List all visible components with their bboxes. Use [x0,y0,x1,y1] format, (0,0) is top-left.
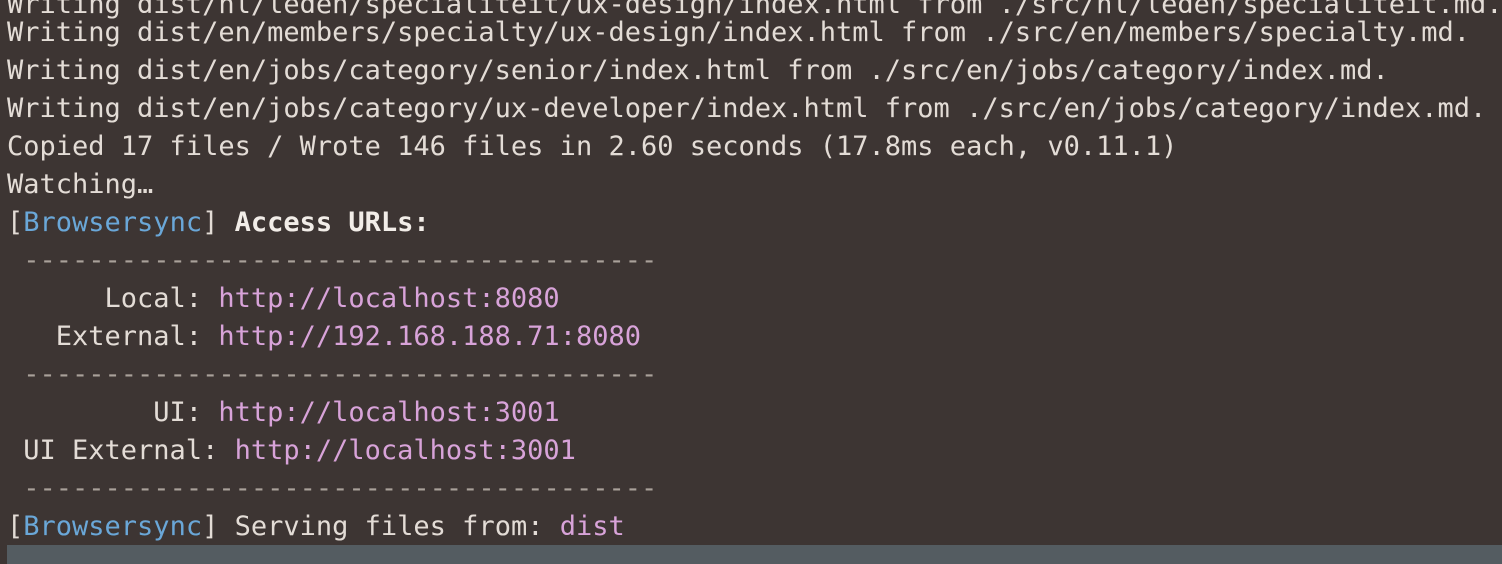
terminal-window[interactable]: Writing dist/nl/leden/specialiteit/ux-de… [0,0,1502,564]
ui-label: UI: [7,397,219,428]
divider-text: --------------------------------------- [23,473,658,504]
local-label: Local: [7,283,219,314]
ui-external-label: UI External: [7,435,235,466]
bracket-open: [ [7,207,24,238]
divider: --------------------------------------- [7,356,657,394]
browsersync-tag: Browsersync [23,207,203,238]
browsersync-access-line: [Browsersync] Access URLs: [7,204,430,242]
access-urls-heading: Access URLs: [234,207,430,238]
log-line: Writing dist/en/jobs/category/ux-develop… [7,93,1487,124]
divider-text: --------------------------------------- [23,359,658,390]
bracket-close: ] [202,207,219,238]
log-line: Writing dist/en/members/specialty/ux-des… [7,17,1470,48]
browsersync-tag: Browsersync [23,511,203,542]
local-url-row: Local: http://localhost:8080 [7,280,560,318]
log-line: Writing dist/en/jobs/category/senior/ind… [7,55,1389,86]
terminal-status-bar [7,545,1502,564]
bracket-open: [ [7,511,24,542]
ui-url-row: UI: http://localhost:3001 [7,394,559,432]
serving-dir: dist [559,511,625,542]
serving-text: Serving files from: [234,511,560,542]
divider: --------------------------------------- [7,242,657,280]
watching-status: Watching… [7,169,154,200]
external-url-row: External: http://192.168.188.71:8080 [7,318,641,356]
ui-url-link[interactable]: http://localhost:3001 [218,397,559,428]
bracket-close: ] [202,511,219,542]
divider: --------------------------------------- [7,470,657,508]
divider-text: --------------------------------------- [23,245,658,276]
browsersync-serving-line: [Browsersync] Serving files from: dist [7,508,625,546]
ui-external-url-row: UI External: http://localhost:3001 [7,432,576,470]
external-label: External: [7,321,219,352]
external-url-link[interactable]: http://192.168.188.71:8080 [218,321,641,352]
ui-external-url-link[interactable]: http://localhost:3001 [235,435,576,466]
local-url-link[interactable]: http://localhost:8080 [218,283,559,314]
log-summary-line: Copied 17 files / Wrote 146 files in 2.6… [7,131,1178,162]
